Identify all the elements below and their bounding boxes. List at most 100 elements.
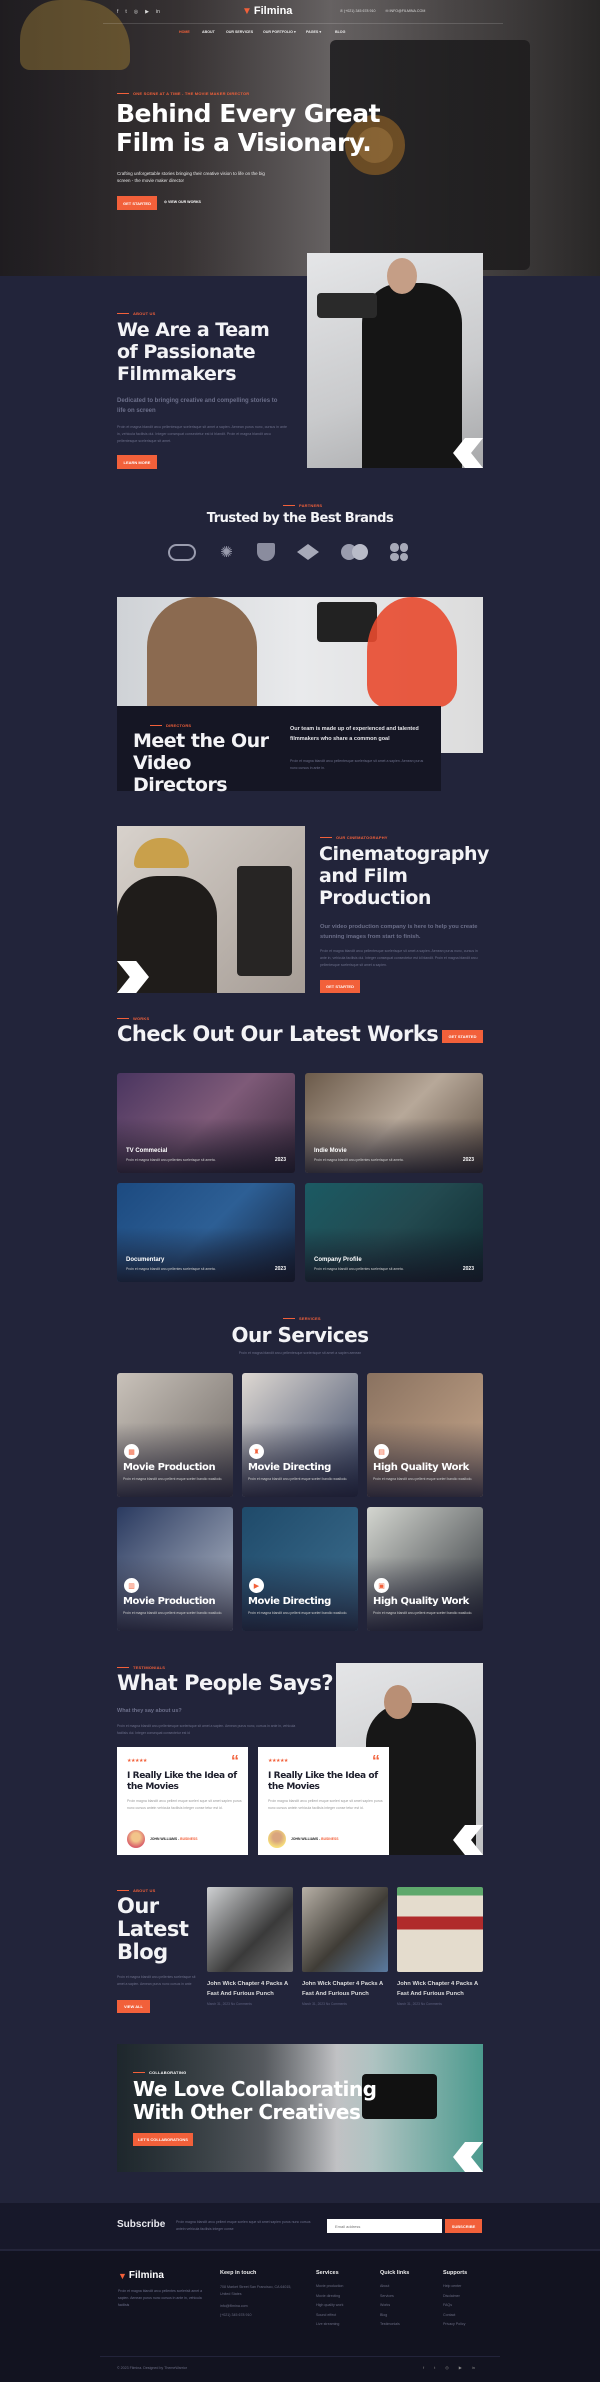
youtube-icon[interactable]: ▶: [145, 9, 149, 15]
about-subtitle: Dedicated to bringing creative and compe…: [117, 398, 278, 414]
about-image: [307, 253, 483, 468]
footer-link[interactable]: Blog: [380, 2313, 409, 2317]
hero-title: Behind Every Great Film is a Visionary.: [116, 99, 381, 157]
service-card[interactable]: ▦ Movie Production Proin et magna blandit …: [117, 1373, 233, 1497]
footer: [0, 2251, 600, 2382]
work-card[interactable]: TV Commecial Proin et magna blandit arcu …: [117, 1073, 295, 1173]
star-rating-icon: ★★★★★: [268, 1758, 288, 1764]
service-card[interactable]: ▶ Movie Directing Proin et magna blandit a…: [242, 1507, 358, 1631]
view-all-button[interactable]: VIEW ALL: [117, 2000, 150, 2013]
instagram-icon[interactable]: ◎: [445, 2365, 449, 2370]
works-eyebrow: WORKS: [117, 1016, 149, 1021]
avatar: [268, 1830, 286, 1848]
learn-more-button[interactable]: LEARN MORE: [117, 455, 157, 469]
footer-link[interactable]: Movie directing: [316, 2294, 343, 2298]
nav-pages[interactable]: PAGES ▾: [306, 30, 321, 34]
brand-logo-3: [257, 543, 275, 561]
blog-post-image: [302, 1887, 388, 1972]
directors-text: Proin et magna blandit arcu pellentesque…: [290, 759, 424, 770]
blog-post[interactable]: John Wick Chapter 4 Packs A Fast And Fur…: [207, 1887, 293, 2006]
blog-post[interactable]: John Wick Chapter 4 Packs A Fast And Fur…: [302, 1887, 388, 2006]
collaborate-button[interactable]: LET'S COLLABORATIONS: [133, 2133, 193, 2146]
cinema-text: Proin et magna blandit arcu pellentesque…: [320, 949, 478, 967]
work-card[interactable]: Indie Movie Proin et magna blandit arcu p…: [305, 1073, 483, 1173]
footer-link[interactable]: Disclaimer: [443, 2294, 467, 2298]
about-text: Proin et magna blandit arcu pellentesque…: [117, 425, 288, 443]
cinema-title: Cinematography and Film Production: [319, 843, 489, 909]
instagram-icon[interactable]: ◎: [134, 9, 138, 15]
twitter-icon[interactable]: t: [434, 2365, 435, 2370]
service-card[interactable]: ▣ High Quality Work Proin et magna blandit…: [367, 1507, 483, 1631]
nav-blog[interactable]: BLOG: [335, 30, 345, 34]
document-icon: ▥: [124, 1578, 139, 1593]
footer-logo[interactable]: ▼ Filmina: [118, 2270, 164, 2281]
services-eyebrow: SERVICES: [283, 1316, 321, 1321]
subscribe-text: Proin magna blandit arcu pellent esque s…: [176, 2220, 311, 2231]
service-card[interactable]: ▥ Movie Production Proin et magna blandit …: [117, 1507, 233, 1631]
collab-eyebrow: COLLABORATING: [133, 2070, 186, 2075]
view-works-link[interactable]: ⊙ VIEW OUR WORKS: [164, 200, 201, 204]
email-input[interactable]: [327, 2219, 442, 2233]
footer-link[interactable]: Testimonials: [380, 2322, 409, 2326]
logo-icon: ▼: [242, 5, 252, 17]
director-icon: ♜: [249, 1444, 264, 1459]
footer-link[interactable]: FAQs: [443, 2303, 467, 2307]
service-card[interactable]: ♜ Movie Directing Proin et magna blandit a…: [242, 1373, 358, 1497]
facebook-icon[interactable]: f: [423, 2365, 424, 2370]
linkedin-icon[interactable]: in: [156, 9, 160, 15]
nav-about[interactable]: ABOUT: [202, 30, 215, 34]
star-rating-icon: ★★★★★: [127, 1758, 147, 1764]
testimonials-subtitle: What they say about us?: [117, 1708, 182, 1714]
hero-eyebrow: ONE SCENE AT A TIME - THE MOVIE MAKER DI…: [117, 91, 249, 96]
footer-link[interactable]: Contact: [443, 2313, 467, 2317]
brand-logo-6: [390, 543, 408, 561]
footer-link[interactable]: Privacy Policy: [443, 2322, 467, 2326]
cinema-get-started-button[interactable]: GET STARTED: [320, 980, 360, 993]
works-title: Check Out Our Latest Works: [117, 1022, 439, 1046]
linkedin-icon[interactable]: in: [472, 2365, 475, 2370]
blog-post[interactable]: John Wick Chapter 4 Packs A Fast And Fur…: [397, 1887, 483, 2006]
footer-email-link[interactable]: info@filmina.com: [220, 2304, 300, 2308]
directors-subtitle: Our team is made up of experienced and t…: [290, 726, 419, 742]
brand-logo-2: ✺: [220, 543, 233, 561]
film-icon: ▤: [374, 1444, 389, 1459]
facebook-icon[interactable]: f: [117, 9, 118, 15]
footer-contact: Keep in touch 708 Market Street San Franc…: [220, 2270, 300, 2323]
work-card[interactable]: Company Profile Proin et magna blandit ar…: [305, 1183, 483, 1282]
about-eyebrow: ABOUT US: [117, 311, 156, 316]
footer-link[interactable]: Movie production: [316, 2284, 343, 2288]
about-title: We Are a Team of Passionate Filmmakers: [117, 319, 270, 385]
service-card[interactable]: ▤ High Quality Work Proin et magna blandit…: [367, 1373, 483, 1497]
footer-link[interactable]: Sound effect: [316, 2313, 343, 2317]
copyright: © 2023 Filmina. Designed by ThemeWarrior: [117, 2366, 187, 2370]
work-card[interactable]: Documentary Proin et magna blandit arcu p…: [117, 1183, 295, 1282]
footer-link[interactable]: Services: [380, 2294, 409, 2298]
youtube-icon[interactable]: ▶: [459, 2365, 462, 2370]
logo-icon: ▼: [118, 2270, 127, 2281]
footer-link[interactable]: About: [380, 2284, 409, 2288]
footer-link[interactable]: Works: [380, 2303, 409, 2307]
logo[interactable]: ▼ Filmina: [242, 5, 292, 17]
phone-link[interactable]: ✆ (+021) 345 678 910: [340, 9, 376, 13]
works-get-started-button[interactable]: GET STARTED: [442, 1030, 483, 1043]
twitter-icon[interactable]: t: [125, 9, 126, 15]
blog-post-image: [397, 1887, 483, 1972]
email-link[interactable]: ✉ INFO@FILMINA.COM: [386, 9, 426, 13]
footer-link[interactable]: Live streaming: [316, 2322, 343, 2326]
blog-eyebrow: ABOUT US: [117, 1888, 156, 1893]
services-title: Our Services: [231, 1323, 369, 1347]
gift-icon: ▣: [374, 1578, 389, 1593]
video-icon: ▶: [249, 1578, 264, 1593]
nav-home[interactable]: HOME: [179, 30, 190, 34]
nav-portfolio[interactable]: OUR PORTFOLIO ▾: [263, 30, 296, 34]
partners-title: Trusted by the Best Brands: [206, 511, 394, 526]
blog-title: Our Latest Blog: [117, 1894, 189, 1964]
footer-link[interactable]: High quality work: [316, 2303, 343, 2307]
subscribe-button[interactable]: SUBSCRIBE: [445, 2219, 482, 2233]
nav-services[interactable]: OUR SERVICES: [226, 30, 253, 34]
footer-link[interactable]: Help center: [443, 2284, 467, 2288]
directors-eyebrow: DIRECTORS: [150, 723, 191, 728]
footer-supports: Supports Help center Disclaimer FAQs Contac…: [443, 2270, 468, 2326]
brand-logo-5: [341, 544, 368, 560]
get-started-button[interactable]: GET STARTED: [117, 196, 157, 210]
